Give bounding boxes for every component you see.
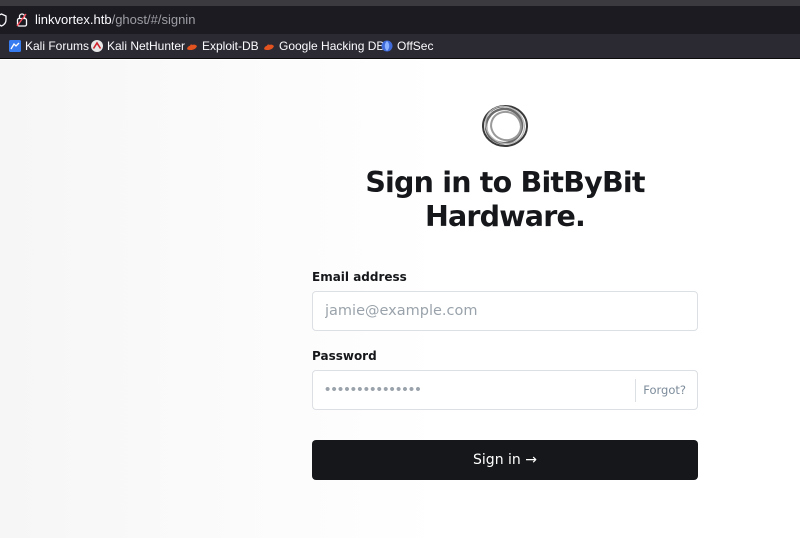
bookmark-label: OffSec [397,39,434,53]
email-label: Email address [312,270,407,284]
url-host: linkvortex.htb [35,12,112,27]
offsec-icon [381,40,393,52]
forgot-password-link[interactable]: Forgot? [643,383,686,397]
browser-url-bar[interactable]: linkvortex.htb/ghost/#/signin [0,6,800,34]
bookmark-exploit-db[interactable]: Exploit-DB [186,38,259,54]
kali-forums-icon [9,40,21,52]
email-input[interactable] [313,292,697,330]
page-title: Sign in to BitByBit Hardware. [365,166,645,233]
sign-in-button[interactable]: Sign in → [312,440,698,480]
email-field-wrapper [312,291,698,331]
bookmark-label: Kali NetHunter [107,39,186,53]
bookmark-kali-forums[interactable]: Kali Forums [9,38,89,54]
exploit-db-icon [187,44,197,50]
password-field[interactable]: ••••••••••••••• Forgot? [312,370,698,410]
lock-icon[interactable] [16,12,28,27]
url-path: /ghost/#/signin [111,12,196,27]
signin-page: Sign in to BitByBit Hardware. Email addr… [0,60,800,538]
bookmark-label: Exploit-DB [202,39,259,53]
tracking-shield-icon[interactable] [0,13,7,27]
password-label: Password [312,349,377,363]
sign-in-button-label: Sign in → [473,452,537,468]
password-masked-value: ••••••••••••••• [325,381,422,398]
url-text[interactable]: linkvortex.htb/ghost/#/signin [35,12,195,28]
bookmark-label: Google Hacking DB [279,39,385,53]
site-logo-ring-icon [482,105,528,147]
password-divider [635,379,636,402]
kali-nethunter-icon [91,40,103,52]
bookmarks-bar: Kali Forums Kali NetHunter Exploit-DB Go… [0,34,800,59]
bookmark-label: Kali Forums [25,39,90,53]
bookmark-offsec[interactable]: OffSec [381,38,433,54]
bookmark-google-hacking-db[interactable]: Google Hacking DB [263,38,384,54]
bookmark-kali-nethunter[interactable]: Kali NetHunter [91,38,185,54]
google-hacking-db-icon [264,44,274,50]
